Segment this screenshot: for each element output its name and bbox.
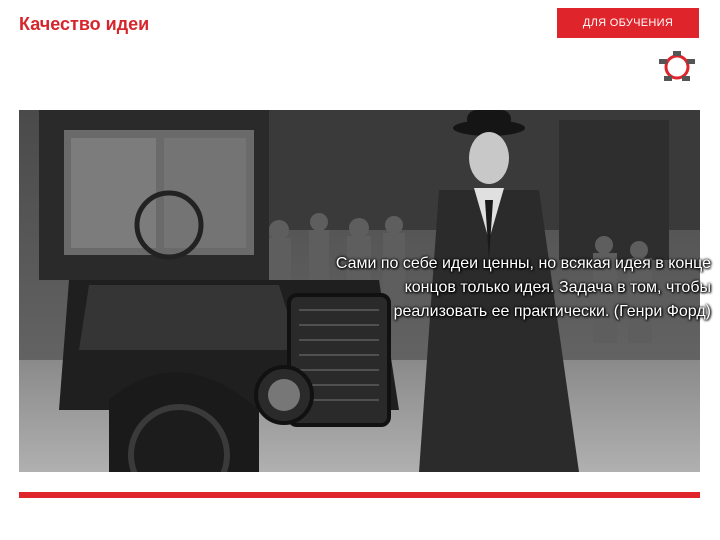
slide-title: Качество идеи [19,14,150,34]
category-tag: ДЛЯ ОБУЧЕНИЯ [557,8,699,38]
bottom-divider [19,492,700,498]
network-ring-icon [656,48,698,86]
ford-quote: Сами по себе идеи ценны, но всякая идея … [335,255,711,320]
